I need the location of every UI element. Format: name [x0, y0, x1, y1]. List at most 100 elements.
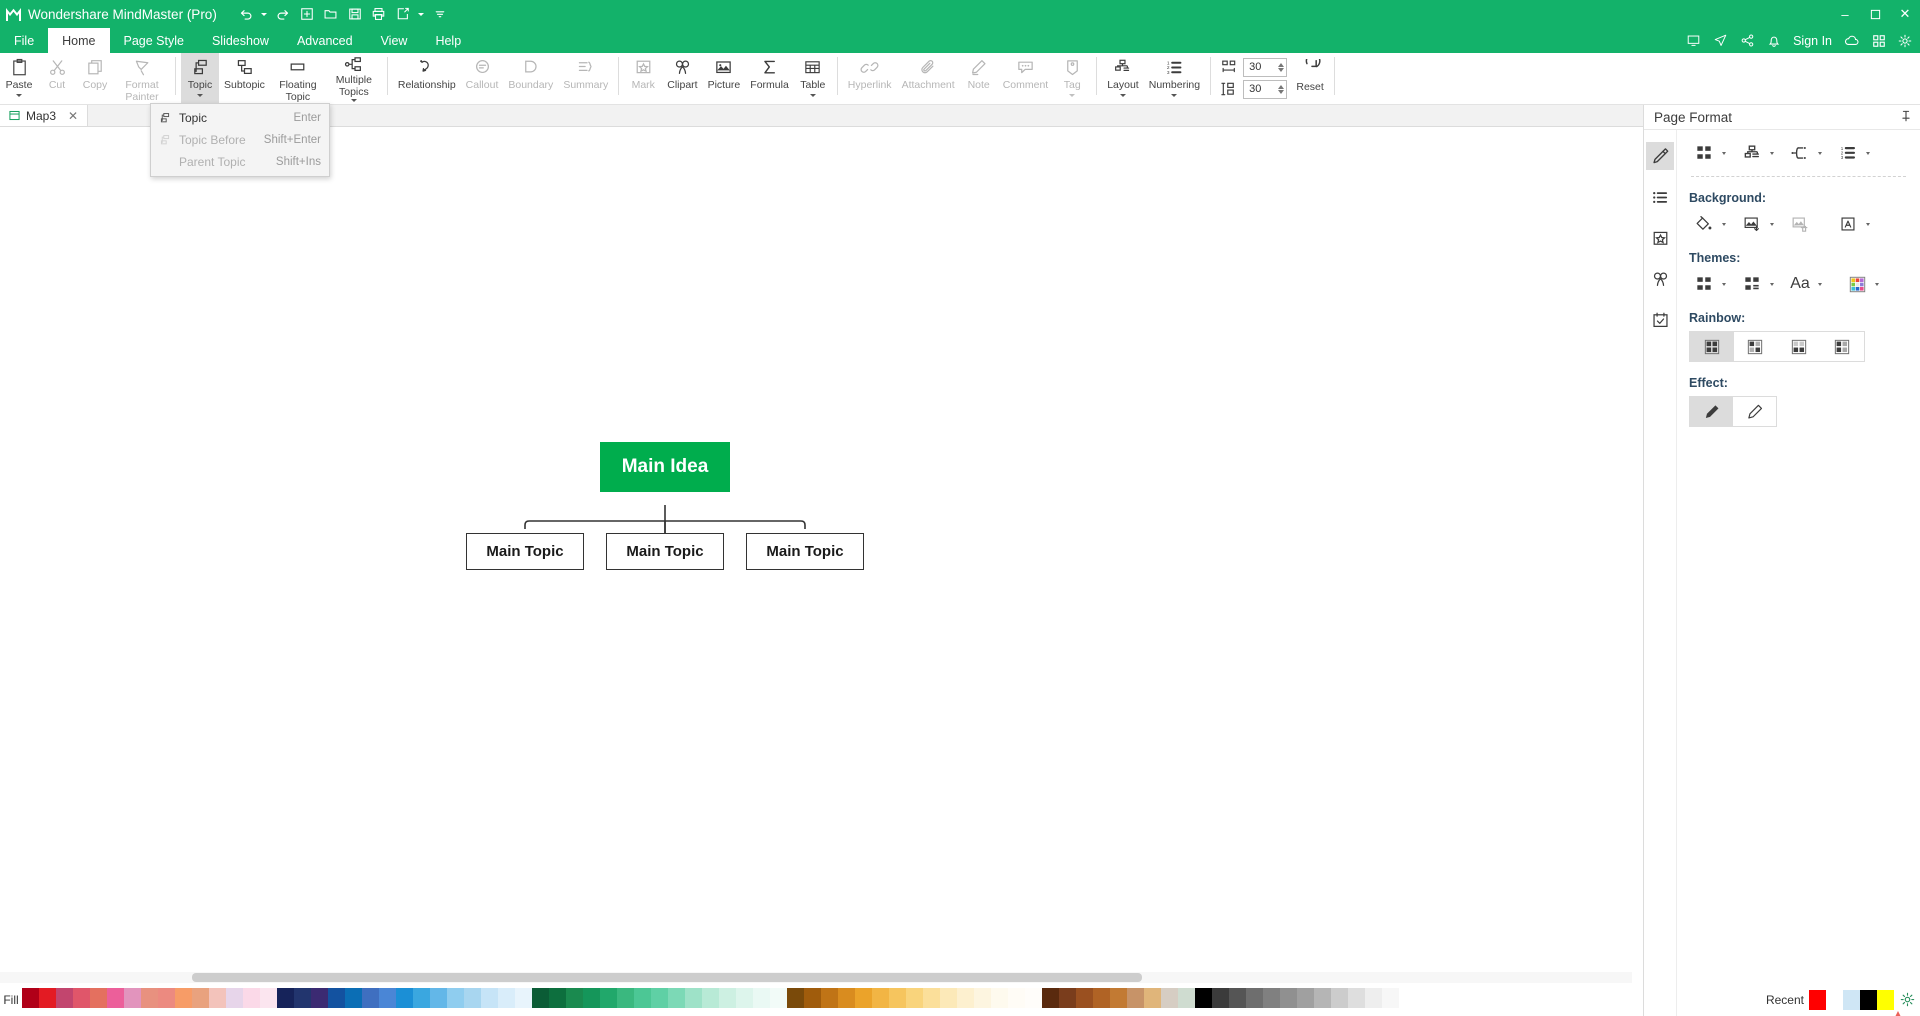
color-swatch[interactable]: [1229, 988, 1246, 1008]
topic-button[interactable]: Topic: [181, 53, 219, 103]
minimize-button[interactable]: –: [1830, 0, 1860, 28]
send-icon[interactable]: [1713, 34, 1728, 47]
picture-button[interactable]: Picture: [703, 53, 746, 103]
color-swatch[interactable]: [22, 988, 39, 1008]
color-swatch[interactable]: [1144, 988, 1161, 1008]
mindmap-canvas[interactable]: Main Idea Main Topic Main Topic Main Top…: [0, 127, 1632, 972]
color-swatch[interactable]: [481, 988, 498, 1008]
maximize-button[interactable]: [1860, 0, 1890, 28]
rainbow-option-3[interactable]: [1777, 332, 1821, 361]
color-swatch[interactable]: [991, 988, 1008, 1008]
rainbow-option-4[interactable]: [1821, 332, 1865, 361]
effect-option-2[interactable]: [1733, 397, 1776, 426]
bell-icon[interactable]: [1767, 34, 1781, 48]
tab-advanced[interactable]: Advanced: [283, 28, 367, 53]
recent-color-swatch[interactable]: [1809, 990, 1826, 1010]
formula-button[interactable]: Formula: [745, 53, 794, 103]
floating-topic-button[interactable]: Floating Topic: [270, 53, 326, 103]
color-swatch[interactable]: [600, 988, 617, 1008]
relationship-button[interactable]: Relationship: [393, 53, 461, 103]
color-swatch[interactable]: [1110, 988, 1127, 1008]
grid-four-icon[interactable]: [1689, 140, 1719, 166]
color-swatch[interactable]: [362, 988, 379, 1008]
save-button[interactable]: [344, 3, 366, 25]
color-swatch[interactable]: [1025, 988, 1042, 1008]
color-swatch[interactable]: [940, 988, 957, 1008]
theme-layout-caret-icon[interactable]: [1722, 151, 1726, 155]
rail-page-format-tab[interactable]: [1646, 142, 1674, 170]
color-swatch[interactable]: [1212, 988, 1229, 1008]
layout-button[interactable]: Layout: [1102, 53, 1144, 103]
color-swatch[interactable]: [1263, 988, 1280, 1008]
new-button[interactable]: [296, 3, 318, 25]
print-button[interactable]: [368, 3, 390, 25]
map-structure-caret-icon[interactable]: [1770, 151, 1774, 155]
paint-bucket-icon[interactable]: [1689, 211, 1719, 237]
pin-icon[interactable]: [1900, 110, 1912, 125]
image-insert-icon[interactable]: [1737, 211, 1767, 237]
multiple-topics-button[interactable]: Multiple Topics: [326, 53, 382, 103]
central-topic-node[interactable]: Main Idea: [600, 442, 730, 492]
vertical-spacing-input[interactable]: 30: [1243, 79, 1288, 99]
watermark-caret-icon[interactable]: [1866, 222, 1870, 226]
tab-view[interactable]: View: [367, 28, 422, 53]
horizontal-spacing-stepper[interactable]: [1278, 62, 1285, 72]
paste-button[interactable]: Paste: [0, 53, 38, 103]
color-swatch[interactable]: [1093, 988, 1110, 1008]
recent-color-swatch[interactable]: [1826, 990, 1843, 1010]
sign-in-button[interactable]: Sign In: [1793, 34, 1832, 48]
color-swatch[interactable]: [39, 988, 56, 1008]
structure-tree-icon[interactable]: [1737, 140, 1767, 166]
color-swatch[interactable]: [1331, 988, 1348, 1008]
export-caret-icon[interactable]: [416, 3, 427, 25]
color-swatch[interactable]: [974, 988, 991, 1008]
rainbow-option-1[interactable]: [1690, 332, 1734, 361]
paste-caret-icon[interactable]: [5, 92, 33, 100]
main-topic-node-1[interactable]: Main Topic: [466, 533, 584, 570]
doc-tab-map3[interactable]: Map3 ✕: [0, 105, 88, 126]
color-swatch[interactable]: [277, 988, 294, 1008]
background-image-caret-icon[interactable]: [1770, 222, 1774, 226]
color-swatch[interactable]: [90, 988, 107, 1008]
grid-list-icon[interactable]: [1737, 271, 1767, 297]
color-swatch[interactable]: [56, 988, 73, 1008]
table-caret-icon[interactable]: [799, 92, 827, 100]
color-swatch[interactable]: [124, 988, 141, 1008]
color-swatch[interactable]: [532, 988, 549, 1008]
color-swatch[interactable]: [583, 988, 600, 1008]
color-swatch[interactable]: [770, 988, 787, 1008]
color-swatch[interactable]: [1297, 988, 1314, 1008]
color-swatch[interactable]: [821, 988, 838, 1008]
color-swatch[interactable]: [1399, 988, 1416, 1008]
color-swatch[interactable]: [260, 988, 277, 1008]
color-swatch[interactable]: [804, 988, 821, 1008]
numbering-list-icon[interactable]: 123: [1833, 140, 1863, 166]
color-swatch[interactable]: [549, 988, 566, 1008]
recent-color-swatch[interactable]: [1860, 990, 1877, 1010]
color-swatch[interactable]: [1246, 988, 1263, 1008]
grid-four-icon[interactable]: [1689, 271, 1719, 297]
rail-clipart-tab[interactable]: [1646, 265, 1674, 293]
color-settings-gear-icon[interactable]: [1898, 990, 1916, 1008]
color-swatch[interactable]: [685, 988, 702, 1008]
color-palette-icon[interactable]: [1842, 271, 1872, 297]
color-swatch[interactable]: [1178, 988, 1195, 1008]
tab-home[interactable]: Home: [48, 28, 110, 53]
recent-color-swatch[interactable]: [1843, 990, 1860, 1010]
color-swatch[interactable]: [141, 988, 158, 1008]
color-swatch[interactable]: [634, 988, 651, 1008]
color-swatch[interactable]: [447, 988, 464, 1008]
color-swatch[interactable]: [923, 988, 940, 1008]
color-swatch[interactable]: [1076, 988, 1093, 1008]
color-swatch[interactable]: [1008, 988, 1025, 1008]
main-topic-node-2[interactable]: Main Topic: [606, 533, 724, 570]
tab-page-style[interactable]: Page Style: [110, 28, 198, 53]
color-swatch[interactable]: [838, 988, 855, 1008]
doc-tab-close-icon[interactable]: ✕: [68, 109, 78, 123]
export-share-button[interactable]: [392, 3, 414, 25]
color-swatch[interactable]: [566, 988, 583, 1008]
rail-outline-tab[interactable]: [1646, 183, 1674, 211]
gear-icon[interactable]: [1898, 34, 1912, 48]
color-swatch[interactable]: [651, 988, 668, 1008]
open-button[interactable]: [320, 3, 342, 25]
